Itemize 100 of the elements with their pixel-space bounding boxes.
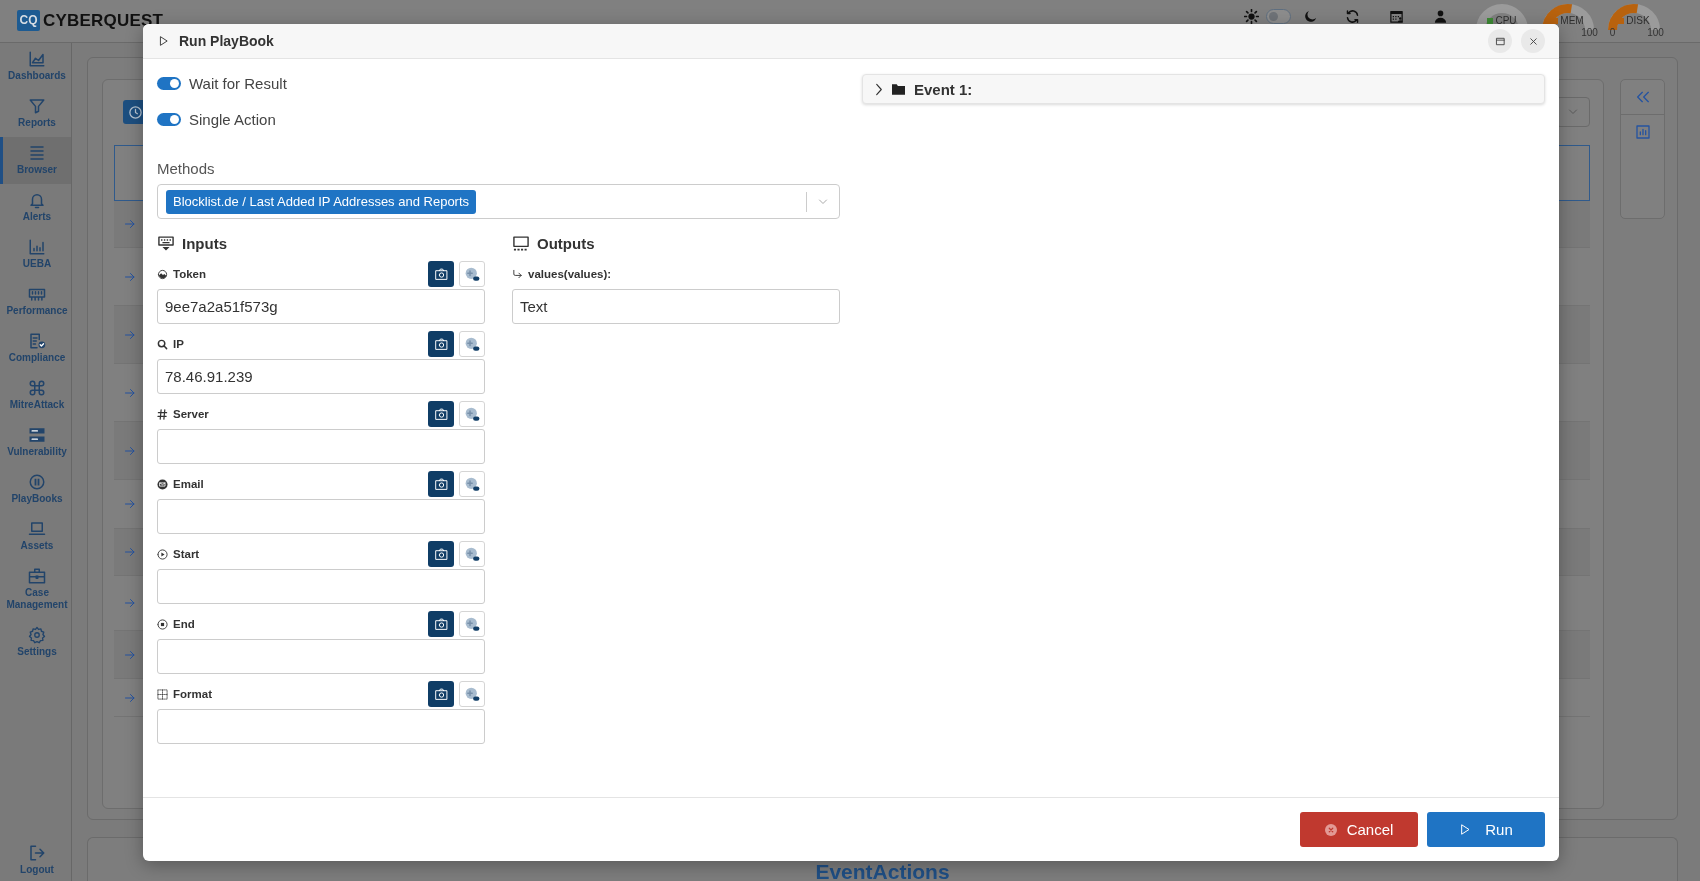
methods-label: Methods (157, 160, 216, 178)
bell-icon (28, 191, 46, 209)
user-icon[interactable] (1433, 9, 1448, 24)
dialog-title: Run PlayBook (179, 33, 274, 49)
server-icon (28, 426, 46, 444)
toggle-label: Single Action (189, 110, 276, 128)
scale-max-label: 100 (1581, 27, 1598, 38)
keyboard-icon (157, 234, 175, 252)
stop-circle-icon (157, 618, 168, 630)
logo-text: CYBERQUEST (43, 10, 164, 31)
variable-button[interactable] (459, 401, 485, 427)
sidebar-item[interactable]: Alerts (0, 184, 71, 231)
play-circle-icon (157, 548, 168, 560)
camera-button[interactable] (428, 261, 454, 287)
toggle-switch[interactable] (157, 112, 181, 126)
logout-icon (28, 844, 46, 862)
settings-icon (28, 626, 46, 644)
area-chart-icon (28, 50, 46, 68)
camera-icon (433, 477, 449, 491)
filter-icon (28, 97, 46, 115)
sidebar-item[interactable]: Case Management (0, 560, 71, 619)
maximize-icon (1494, 35, 1506, 47)
field-label: Start (173, 548, 200, 560)
text-field[interactable]: 78.46.91.239 (157, 359, 485, 394)
variable-button[interactable] (459, 471, 485, 497)
gauge-label: DISK (1626, 16, 1650, 26)
camera-button[interactable] (428, 681, 454, 707)
gauge-label: CPU (1495, 16, 1517, 26)
toggle-switch[interactable] (157, 76, 181, 90)
field-label: Token (173, 268, 206, 280)
camera-button[interactable] (428, 331, 454, 357)
text-field[interactable] (157, 569, 485, 604)
sidebar-item[interactable]: Performance (0, 278, 71, 325)
event-row[interactable]: Event 1: (862, 74, 1545, 104)
sun-icon[interactable] (1244, 9, 1259, 24)
calendar-icon[interactable] (1389, 9, 1404, 24)
inputs-heading: Inputs (182, 234, 227, 252)
scale-min-label: 0 (1609, 27, 1616, 38)
theme-toggle[interactable] (1266, 9, 1291, 24)
text-field[interactable]: Text (512, 289, 840, 324)
search-icon (157, 338, 168, 350)
sidebar-item[interactable]: Dashboards (0, 43, 71, 90)
camera-button[interactable] (428, 541, 454, 567)
text-field[interactable] (157, 639, 485, 674)
sidebar-item[interactable]: Assets (0, 513, 71, 560)
grid-icon (157, 688, 168, 700)
text-field[interactable] (157, 429, 485, 464)
circle-badge-icon (464, 336, 480, 352)
sidebar-item[interactable]: Reports (0, 90, 71, 137)
camera-icon (433, 547, 449, 561)
variable-button[interactable] (459, 261, 485, 287)
circle-badge-icon (464, 406, 480, 422)
sidebar-item[interactable]: Settings (0, 619, 71, 666)
variable-button[interactable] (459, 681, 485, 707)
circle-badge-icon (464, 686, 480, 702)
field-label: IP (173, 338, 184, 350)
circle-badge-icon (464, 266, 480, 282)
image-circle-icon (157, 268, 168, 280)
sidebar-item[interactable]: Vulnerability (0, 419, 71, 466)
camera-button[interactable] (428, 611, 454, 637)
circle-badge-icon (464, 546, 480, 562)
run-button[interactable]: Run (1427, 812, 1545, 847)
refresh-icon[interactable] (1345, 9, 1360, 24)
sidebar-item[interactable]: Compliance (0, 325, 71, 372)
sidebar-item[interactable]: Browser (0, 137, 71, 184)
moon-icon[interactable] (1303, 9, 1318, 24)
bar-chart-icon (28, 238, 46, 256)
outputs-heading: Outputs (537, 234, 595, 252)
text-field[interactable] (157, 499, 485, 534)
laptop-icon (28, 520, 46, 538)
variable-button[interactable] (459, 541, 485, 567)
sidebar-item[interactable]: UEBA (0, 231, 71, 278)
field-label: values(values): (528, 268, 612, 280)
variable-button[interactable] (459, 331, 485, 357)
close-icon (1527, 35, 1539, 47)
camera-icon (433, 687, 449, 701)
variable-button[interactable] (459, 611, 485, 637)
field-label: Format (173, 688, 212, 700)
section-heading: EventActions (815, 862, 950, 881)
camera-icon (433, 267, 449, 281)
maximize-button[interactable] (1488, 29, 1512, 53)
text-field[interactable] (157, 709, 485, 744)
clock-icon (127, 104, 143, 120)
close-button[interactable] (1521, 29, 1545, 53)
method-tag: Blocklist.de / Last Added IP Addresses and Reports (166, 189, 477, 214)
folder-icon (892, 83, 905, 95)
monitor-icon (512, 234, 530, 252)
camera-button[interactable] (428, 401, 454, 427)
methods-select[interactable]: Blocklist.de / Last Added IP Addresses and Reports (157, 184, 840, 219)
camera-button[interactable] (428, 471, 454, 497)
camera-icon (433, 337, 449, 351)
play-icon (158, 35, 169, 47)
sidebar-item[interactable]: PlayBooks (0, 466, 71, 513)
text-field[interactable]: 9ee7a2a51f573g (157, 289, 485, 324)
scale-max-label: 100 (1647, 27, 1664, 38)
field-label: End (173, 618, 195, 630)
logout-item[interactable]: Logout (0, 837, 71, 881)
cancel-button[interactable]: Cancel (1300, 812, 1418, 847)
list-icon (28, 144, 46, 162)
sidebar-item[interactable]: MitreAttack (0, 372, 71, 419)
